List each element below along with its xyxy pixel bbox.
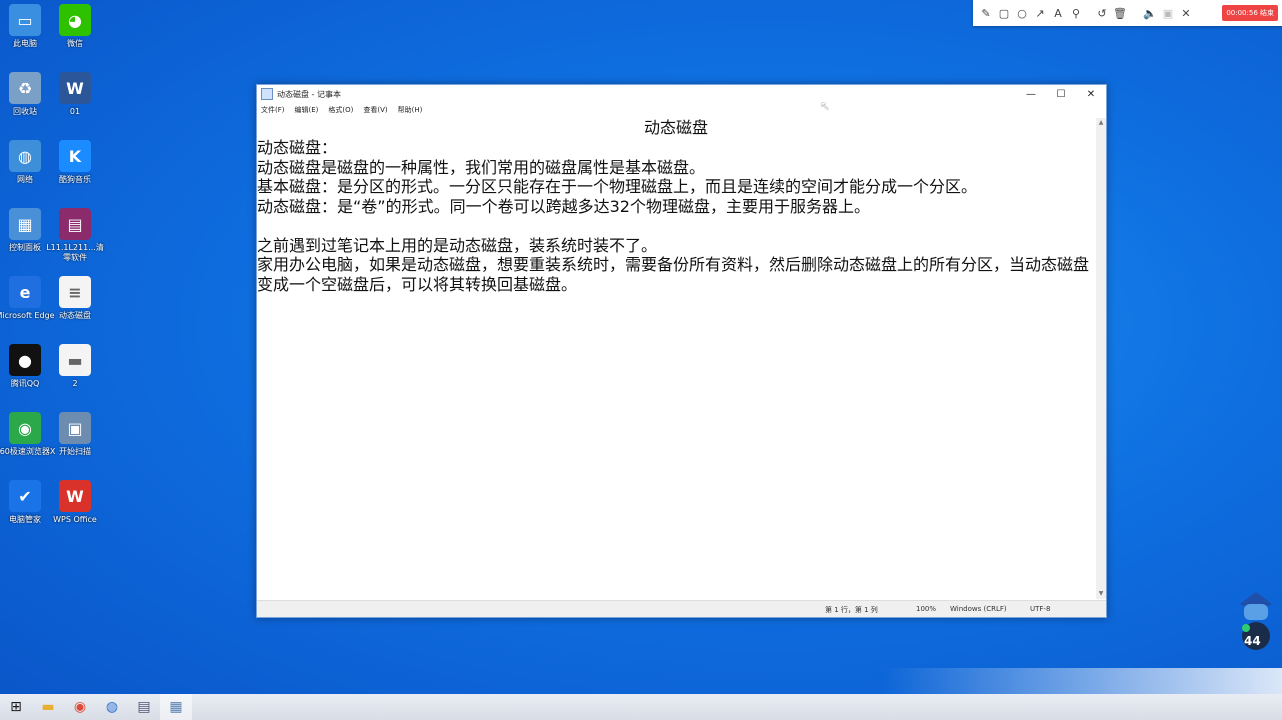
desktop-icon-label: 酷狗音乐 — [59, 175, 91, 184]
file-explorer-icon[interactable]: ▬ — [32, 694, 64, 720]
desktop-icon-label: 微信 — [67, 39, 83, 48]
windows-start-icon[interactable]: ⊞ — [0, 694, 32, 720]
text-line: 家用办公电脑，如果是动态磁盘，想要重装系统时，需要备份所有资料，然后删除动态磁盘… — [257, 255, 1090, 294]
text-editor[interactable]: 动态磁盘 动态磁盘： 动态磁盘是磁盘的一种属性，我们常用的磁盘属性是基本磁盘。 … — [257, 118, 1095, 599]
close-icon[interactable]: ✕ — [1177, 7, 1195, 20]
desktop-icon[interactable]: K 酷狗音乐 — [44, 140, 106, 185]
pc-manager-icon: ✔ — [9, 480, 41, 512]
watermark-fade — [882, 668, 1282, 694]
line-ending: Windows (CRLF) — [950, 605, 1007, 613]
screen-recorder-toolbar: ✎ ▢ ○ ↗ A ⚲ ↺ 🗑 🔈 ▣ ✕ 00:00:56 结束 — [973, 0, 1282, 26]
taskbar: ⊞ ▬ ◉ ◍ ▤ ▦ — [0, 694, 1282, 720]
desktop-icon[interactable]: W WPS Office — [44, 480, 106, 525]
desktop-icon[interactable]: ▬ 2 — [44, 344, 106, 389]
notepad-icon — [261, 88, 273, 100]
circle-icon[interactable]: ○ — [1013, 7, 1031, 20]
recording-timer-button[interactable]: 00:00:56 结束 — [1222, 5, 1278, 21]
desktop-icon[interactable]: W 01 — [44, 72, 106, 117]
vertical-scrollbar[interactable]: ▲ ▼ — [1096, 118, 1106, 599]
cursor-position: 第 1 行，第 1 列 — [825, 606, 878, 614]
recycle-bin-icon: ♻ — [9, 72, 41, 104]
window-title: 动态磁盘 - 记事本 — [277, 89, 341, 99]
maximize-button[interactable]: ☐ — [1046, 85, 1076, 103]
scroll-up-icon[interactable]: ▲ — [1096, 118, 1106, 128]
desktop-icon-label: 01 — [69, 107, 81, 116]
marker-icon[interactable]: ⚲ — [1067, 7, 1085, 20]
desktop-icon-label: L11.1L211...清零软件 — [46, 243, 104, 262]
minimize-button[interactable]: — — [1016, 85, 1046, 103]
notepad-icon[interactable]: ▦ — [160, 694, 192, 720]
scanner-icon[interactable]: ▤ — [128, 694, 160, 720]
volume-icon[interactable]: 🔈 — [1141, 7, 1159, 20]
text-line: 动态磁盘：是“卷”的形式。同一个卷可以跨越多达32个物理磁盘，主要用于服务器上。 — [257, 196, 870, 216]
control-panel-icon: ▦ — [9, 208, 41, 240]
desktop-icon-label: 动态磁盘 — [59, 311, 91, 320]
notepad-window: 动态磁盘 - 记事本 — ☐ ✕ 文件(F) 编辑(E) 格式(O) 查看(V)… — [256, 84, 1107, 618]
qq-icon: ● — [9, 344, 41, 376]
menu-help[interactable]: 帮助(H) — [398, 105, 423, 115]
status-bar: 第 1 行，第 1 列 100% Windows (CRLF) UTF-8 — [257, 600, 1106, 617]
browser-360-icon: ◉ — [9, 412, 41, 444]
badge-number: 44 — [1244, 634, 1261, 648]
desktop-icon[interactable]: ▤ L11.1L211...清零软件 — [44, 208, 106, 263]
wps-icon: W — [59, 480, 91, 512]
scanner-icon: ▣ — [59, 412, 91, 444]
menu-format[interactable]: 格式(O) — [328, 105, 353, 115]
undo-icon[interactable]: ↺ — [1093, 7, 1111, 20]
mouse-cursor-icon: ↖ — [820, 99, 831, 113]
text-icon[interactable]: A — [1049, 7, 1067, 20]
text-line — [257, 216, 1095, 236]
edge-icon: e — [9, 276, 41, 308]
menu-edit[interactable]: 编辑(E) — [295, 105, 319, 115]
desktop-icon-label: 2 — [72, 379, 78, 388]
desktop-icon[interactable]: ≡ 动态磁盘 — [44, 276, 106, 321]
word-doc-icon: W — [59, 72, 91, 104]
notepad-file-icon: ▬ — [59, 344, 91, 376]
desktop-icon-label: WPS Office — [53, 515, 97, 524]
rectangle-icon[interactable]: ▢ — [995, 7, 1013, 20]
computer-icon: ▭ — [9, 4, 41, 36]
desktop-icon-label: 开始扫描 — [59, 447, 91, 456]
text-line: 之前遇到过笔记本上用的是动态磁盘，装系统时装不了。 — [257, 235, 658, 255]
title-bar[interactable]: 动态磁盘 - 记事本 — ☐ ✕ — [257, 85, 1106, 103]
menu-file[interactable]: 文件(F) — [261, 105, 285, 115]
text-line: 动态磁盘： — [257, 138, 338, 157]
scroll-down-icon[interactable]: ▼ — [1096, 589, 1106, 599]
text-line: 基本磁盘：是分区的形式。一分区只能存在于一个物理磁盘上，而且是连续的空间才能分成… — [257, 177, 978, 196]
pencil-icon[interactable]: ✎ — [977, 7, 995, 20]
assistant-mascot[interactable]: 44 — [1236, 590, 1276, 655]
arrow-icon[interactable]: ↗ — [1031, 7, 1049, 20]
desktop-icon[interactable]: ▣ 开始扫描 — [44, 412, 106, 457]
wechat-icon: ◕ — [59, 4, 91, 36]
menu-bar: 文件(F) 编辑(E) 格式(O) 查看(V) 帮助(H) — [257, 103, 1106, 117]
network-icon: ◍ — [9, 140, 41, 172]
encoding: UTF-8 — [1030, 605, 1051, 613]
app-icon[interactable]: ◍ — [96, 694, 128, 720]
desktop-icon[interactable]: ◕ 微信 — [44, 4, 106, 49]
text-line: 动态磁盘是磁盘的一种属性，我们常用的磁盘属性是基本磁盘。 — [257, 157, 706, 177]
winrar-icon: ▤ — [59, 208, 91, 240]
trash-icon[interactable]: 🗑 — [1111, 7, 1129, 20]
document-heading: 动态磁盘 — [643, 118, 708, 137]
close-button[interactable]: ✕ — [1076, 85, 1106, 103]
kugou-icon: K — [59, 140, 91, 172]
camera-icon[interactable]: ▣ — [1159, 7, 1177, 20]
text-file-icon: ≡ — [59, 276, 91, 308]
zoom-level: 100% — [916, 605, 937, 613]
chrome-icon[interactable]: ◉ — [64, 694, 96, 720]
menu-view[interactable]: 查看(V) — [363, 105, 387, 115]
